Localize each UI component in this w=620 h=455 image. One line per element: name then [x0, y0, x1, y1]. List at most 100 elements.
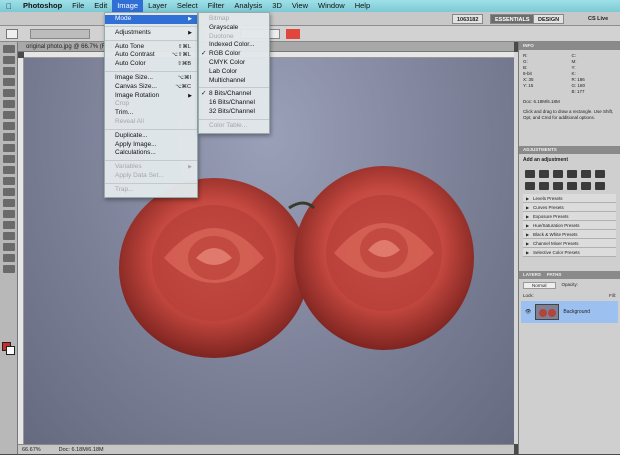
image-menu-item-auto-tone[interactable]: Auto Tone ⇧⌘L: [105, 43, 197, 52]
exposure-icon[interactable]: [567, 170, 577, 178]
layer-background[interactable]: 👁 Background: [521, 301, 618, 323]
eyedropper-tool-icon[interactable]: [2, 100, 15, 108]
menu-analysis[interactable]: Analysis: [229, 0, 267, 12]
menu-shortcut: ⇧⌘L: [177, 43, 191, 50]
info-g: G:: [523, 59, 528, 64]
layers-options: Normal Opacity:: [519, 279, 620, 292]
info-b2: B: 177: [571, 89, 585, 94]
menu-window[interactable]: Window: [313, 0, 350, 12]
image-menu-item-canvas-size[interactable]: Canvas Size... ⌥⌘C: [105, 83, 197, 92]
mode-menu-item-indexed-color[interactable]: Indexed Color...: [199, 41, 269, 50]
info-panel-tab[interactable]: INFO: [519, 42, 620, 50]
gradient-tool-icon[interactable]: [2, 166, 15, 174]
pen-tool-icon[interactable]: [2, 199, 15, 207]
menu-edit[interactable]: Edit: [89, 0, 112, 12]
cs-live-button[interactable]: CS Live: [584, 14, 612, 24]
apple-icon[interactable]: : [0, 2, 18, 11]
preset-hue-saturation[interactable]: Hue/Saturation Presets: [523, 221, 616, 230]
menu-select[interactable]: Select: [172, 0, 203, 12]
menu-separator: [105, 160, 197, 162]
invert-icon[interactable]: [581, 182, 591, 190]
mode-menu-item-32-bits-channel[interactable]: 32 Bits/Channel: [199, 108, 269, 117]
image-menu-item-image-rotation[interactable]: Image Rotation ▶: [105, 92, 197, 101]
preset-curves[interactable]: Curves Presets: [523, 203, 616, 212]
photo-filter-icon[interactable]: [553, 182, 563, 190]
mode-menu-item-multichannel[interactable]: Multichannel: [199, 77, 269, 86]
preset-black-white[interactable]: Black & White Presets: [523, 230, 616, 239]
path-select-tool-icon[interactable]: [2, 221, 15, 229]
menu-image[interactable]: Image: [112, 0, 144, 12]
shape-tool-icon[interactable]: [2, 232, 15, 240]
image-menu-item-calculations[interactable]: Calculations...: [105, 149, 197, 158]
tool-preset-picker[interactable]: [6, 29, 18, 39]
move-tool-icon[interactable]: [2, 45, 15, 53]
checkmark-icon: ✓: [201, 90, 207, 98]
preset-levels[interactable]: Levels Presets: [523, 194, 616, 203]
info-x: X: 35: [523, 77, 534, 82]
brush-tool-icon[interactable]: [2, 122, 15, 130]
levels-icon[interactable]: [539, 170, 549, 178]
menu-view[interactable]: View: [287, 0, 313, 12]
vibrance-icon[interactable]: [581, 170, 591, 178]
app-menu-photoshop[interactable]: Photoshop: [18, 0, 67, 12]
menu-help[interactable]: Help: [350, 0, 375, 12]
history-brush-tool-icon[interactable]: [2, 144, 15, 152]
marquee-tool-icon[interactable]: [2, 56, 15, 64]
mode-menu-item-rgb-color[interactable]: ✓ RGB Color: [199, 50, 269, 59]
healing-tool-icon[interactable]: [2, 111, 15, 119]
image-menu-item-image-size[interactable]: Image Size... ⌥⌘I: [105, 74, 197, 83]
menu-item-label: Crop: [115, 100, 130, 108]
mode-menu-item-grayscale[interactable]: Grayscale: [199, 24, 269, 33]
hue-saturation-icon[interactable]: [595, 170, 605, 178]
tab-layers[interactable]: LAYERS: [523, 271, 541, 279]
image-menu-item-mode[interactable]: Mode ▶: [105, 15, 197, 24]
image-menu-item-auto-contrast[interactable]: Auto Contrast ⌥⇧⌘L: [105, 51, 197, 60]
brightness-icon[interactable]: [525, 170, 535, 178]
crop-tool-icon[interactable]: [2, 89, 15, 97]
mode-menu-item-8-bits-channel[interactable]: ✓ 8 Bits/Channel: [199, 90, 269, 99]
eye-icon[interactable]: 👁: [525, 309, 531, 315]
3d-rotate-tool-icon[interactable]: [2, 243, 15, 251]
dodge-tool-icon[interactable]: [2, 188, 15, 196]
image-menu-item-apply-image[interactable]: Apply Image...: [105, 141, 197, 150]
hand-tool-icon[interactable]: [2, 254, 15, 262]
submenu-arrow-icon: ▶: [188, 29, 192, 36]
blend-mode-select[interactable]: Normal: [523, 282, 556, 289]
preset-channel-mixer[interactable]: Channel Mixer Presets: [523, 239, 616, 248]
image-menu-item-trim[interactable]: Trim...: [105, 109, 197, 118]
mode-menu-item-cmyk-color[interactable]: CMYK Color: [199, 59, 269, 68]
tab-paths[interactable]: PATHS: [547, 271, 562, 279]
menu-filter[interactable]: Filter: [203, 0, 230, 12]
mode-menu-item-16-bits-channel[interactable]: 16 Bits/Channel: [199, 99, 269, 108]
blur-tool-icon[interactable]: [2, 177, 15, 185]
zoom-level[interactable]: 66.67%: [22, 445, 41, 454]
clone-stamp-tool-icon[interactable]: [2, 133, 15, 141]
mode-menu-item-lab-color[interactable]: Lab Color: [199, 68, 269, 77]
selection-mode-buttons[interactable]: [30, 29, 90, 39]
lasso-tool-icon[interactable]: [2, 67, 15, 75]
lock-label: Lock:: [523, 293, 534, 298]
black-white-icon[interactable]: [539, 182, 549, 190]
background-color-swatch[interactable]: [6, 346, 15, 355]
curves-icon[interactable]: [553, 170, 563, 178]
adjustments-panel-tab[interactable]: ADJUSTMENTS: [519, 146, 620, 154]
color-balance-icon[interactable]: [525, 182, 535, 190]
channel-mixer-icon[interactable]: [567, 182, 577, 190]
menu-item-label: Auto Contrast: [115, 51, 155, 59]
image-menu-item-auto-color[interactable]: Auto Color ⇧⌘B: [105, 60, 197, 69]
eraser-tool-icon[interactable]: [2, 155, 15, 163]
preset-selective-color[interactable]: Selective Color Presets: [523, 248, 616, 257]
zoom-tool-icon[interactable]: [2, 265, 15, 273]
image-menu-item-adjustments[interactable]: Adjustments ▶: [105, 29, 197, 38]
menu-3d[interactable]: 3D: [267, 0, 287, 12]
image-menu-item-duplicate[interactable]: Duplicate...: [105, 132, 197, 141]
preset-exposure[interactable]: Exposure Presets: [523, 212, 616, 221]
workspace-essentials-button[interactable]: ESSENTIALS: [490, 14, 535, 24]
type-tool-icon[interactable]: [2, 210, 15, 218]
menu-layer[interactable]: Layer: [143, 0, 172, 12]
workspace-design-button[interactable]: DESIGN: [533, 14, 565, 24]
posterize-icon[interactable]: [595, 182, 605, 190]
menu-item-label: Duotone: [209, 32, 234, 40]
quick-select-tool-icon[interactable]: [2, 78, 15, 86]
menu-file[interactable]: File: [67, 0, 89, 12]
